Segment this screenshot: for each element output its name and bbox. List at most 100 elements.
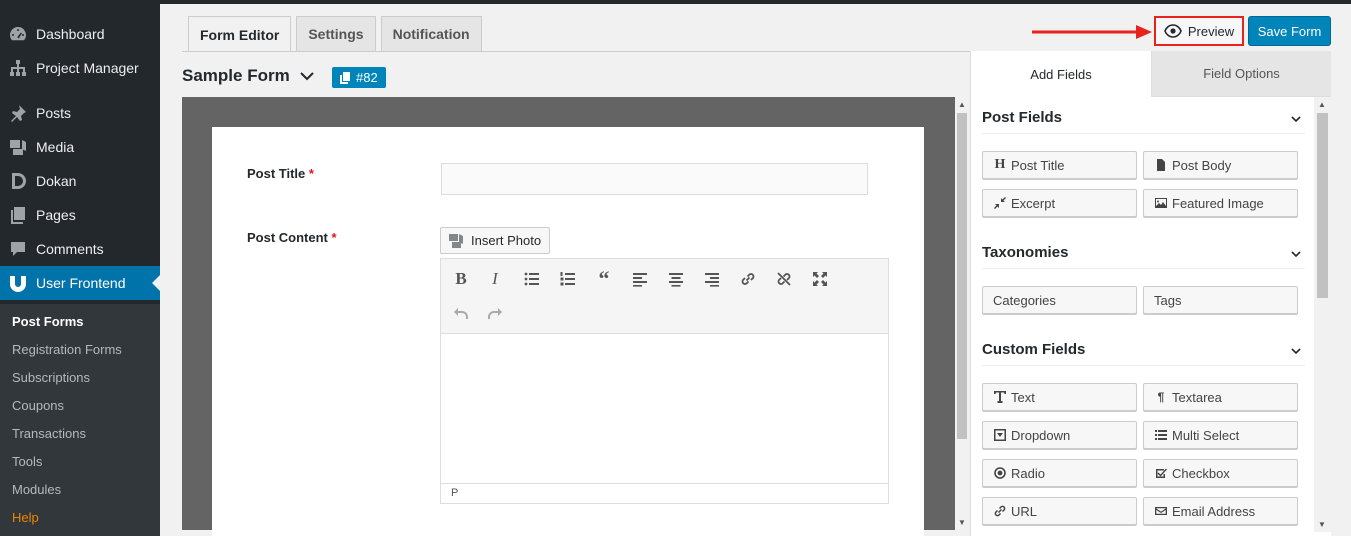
field-label-text: Post Content [247, 230, 328, 245]
section-taxonomies[interactable]: Taxonomies [982, 237, 1305, 269]
editor-tabs: Form Editor Settings Notification [188, 16, 487, 52]
user-frontend-icon [0, 273, 36, 293]
sidebar-item-posts[interactable]: Posts [0, 96, 160, 130]
scroll-up-icon[interactable]: ▲ [958, 100, 966, 109]
sidebar-submenu: Post Forms Registration Forms Subscripti… [0, 304, 160, 536]
add-dropdown-button[interactable]: Dropdown [982, 421, 1137, 449]
preview-label: Preview [1187, 23, 1235, 39]
submenu-help[interactable]: Help [12, 510, 39, 525]
fullscreen-icon[interactable] [808, 267, 832, 291]
form-id-badge[interactable]: #82 [332, 67, 386, 88]
align-left-icon[interactable] [628, 267, 652, 291]
align-right-icon[interactable] [700, 267, 724, 291]
scroll-down-icon[interactable]: ▼ [958, 518, 966, 527]
chevron-down-icon[interactable] [299, 66, 314, 86]
add-checkbox-button[interactable]: Checkbox [1143, 459, 1298, 487]
button-label: Multi Select [1172, 427, 1240, 443]
chevron-down-icon[interactable] [1291, 245, 1301, 262]
list-icon [1154, 429, 1168, 441]
media-icon [449, 233, 463, 248]
submenu-post-forms[interactable]: Post Forms [12, 314, 84, 329]
button-label: Checkbox [1172, 465, 1230, 481]
scroll-thumb[interactable] [957, 113, 967, 439]
post-title-input[interactable] [441, 163, 868, 195]
button-label: Textarea [1172, 389, 1222, 405]
section-title: Custom Fields [982, 341, 1086, 358]
add-text-button[interactable]: Text [982, 383, 1137, 411]
section-post-fields[interactable]: Post Fields [982, 102, 1305, 134]
add-email-address-button[interactable]: Email Address [1143, 497, 1298, 525]
tab-add-fields[interactable]: Add Fields [971, 51, 1151, 97]
undo-icon[interactable] [449, 301, 473, 325]
rich-text-editor: B I “ P [440, 258, 889, 504]
pages-icon [0, 205, 36, 225]
preview-button[interactable]: Preview [1154, 16, 1244, 46]
submenu-subscriptions[interactable]: Subscriptions [12, 370, 90, 385]
unlink-icon[interactable] [772, 267, 796, 291]
chevron-down-icon[interactable] [1291, 110, 1301, 127]
add-tags-button[interactable]: Tags [1143, 286, 1298, 314]
sidebar-item-dokan[interactable]: Dokan [0, 164, 160, 198]
submenu-tools[interactable]: Tools [12, 454, 42, 469]
add-multi-select-button[interactable]: Multi Select [1143, 421, 1298, 449]
add-textarea-button[interactable]: ¶ Textarea [1143, 383, 1298, 411]
dokan-icon [0, 171, 36, 191]
sidebar-item-pages[interactable]: Pages [0, 198, 160, 232]
image-icon [1154, 197, 1168, 209]
heading-icon: H [994, 157, 1006, 172]
canvas-scrollbar[interactable]: ▲ ▼ [955, 97, 969, 530]
text-icon [993, 391, 1007, 403]
save-form-button[interactable]: Save Form [1248, 16, 1331, 46]
tab-settings[interactable]: Settings [296, 16, 376, 51]
post-title-label: Post Title * [247, 166, 314, 181]
sidebar-item-user-frontend[interactable]: User Frontend [0, 266, 160, 300]
submenu-registration-forms[interactable]: Registration Forms [12, 342, 122, 357]
align-center-icon[interactable] [664, 267, 688, 291]
sidebar-item-project-manager[interactable]: Project Manager [0, 51, 160, 85]
panel-scrollbar[interactable]: ▲ ▼ [1314, 97, 1331, 532]
redo-icon[interactable] [483, 301, 507, 325]
button-label: Excerpt [1011, 195, 1056, 211]
scroll-thumb[interactable] [1317, 113, 1328, 298]
sidebar-item-comments[interactable]: Comments [0, 232, 160, 266]
add-radio-button[interactable]: Radio [982, 459, 1137, 487]
add-excerpt-button[interactable]: Excerpt [982, 189, 1137, 217]
sidebar-item-label: Dokan [36, 173, 77, 189]
form-title[interactable]: Sample Form [182, 66, 314, 86]
submenu-transactions[interactable]: Transactions [12, 426, 86, 441]
admin-bar [0, 0, 1351, 4]
submenu-modules[interactable]: Modules [12, 482, 61, 497]
link-icon[interactable] [736, 267, 760, 291]
bullet-list-icon[interactable] [520, 267, 544, 291]
section-custom-fields[interactable]: Custom Fields [982, 334, 1305, 366]
sidebar-item-label: Project Manager [36, 60, 139, 76]
add-url-button[interactable]: URL [982, 497, 1137, 525]
add-post-title-button[interactable]: H Post Title [982, 151, 1137, 179]
add-categories-button[interactable]: Categories [982, 286, 1137, 314]
italic-icon[interactable]: I [483, 267, 507, 291]
tab-form-editor[interactable]: Form Editor [188, 16, 292, 52]
scroll-down-icon[interactable]: ▼ [1318, 520, 1326, 529]
comment-icon [0, 239, 36, 259]
add-post-body-button[interactable]: Post Body [1143, 151, 1298, 179]
submenu-coupons[interactable]: Coupons [12, 398, 64, 413]
scroll-up-icon[interactable]: ▲ [1318, 100, 1326, 109]
post-content-label: Post Content * [247, 230, 337, 245]
paragraph-icon: ¶ [1157, 390, 1165, 404]
form-title-text: Sample Form [182, 66, 290, 85]
link-icon [993, 505, 1007, 517]
radio-icon [993, 467, 1007, 479]
insert-photo-button[interactable]: Insert Photo [440, 227, 551, 254]
blockquote-icon[interactable]: “ [592, 266, 616, 291]
editor-status-path: P [441, 483, 888, 503]
tab-field-options[interactable]: Field Options [1151, 51, 1331, 97]
section-title: Post Fields [982, 109, 1063, 126]
chevron-down-icon[interactable] [1291, 342, 1301, 359]
copy-icon [340, 71, 350, 84]
bold-icon[interactable]: B [449, 267, 473, 291]
numbered-list-icon[interactable] [556, 267, 580, 291]
sidebar-item-media[interactable]: Media [0, 130, 160, 164]
sidebar-item-dashboard[interactable]: Dashboard [0, 17, 160, 51]
add-featured-image-button[interactable]: Featured Image [1143, 189, 1298, 217]
tab-notification[interactable]: Notification [380, 16, 482, 51]
